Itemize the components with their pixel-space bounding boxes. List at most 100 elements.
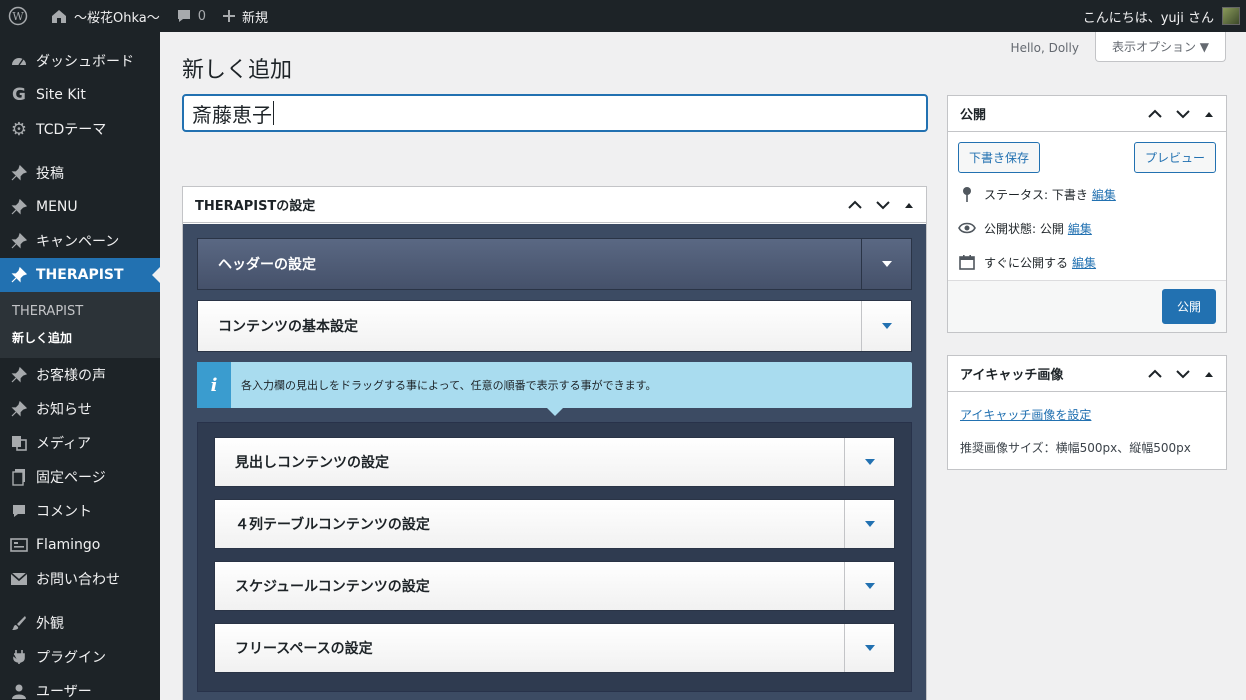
move-up-icon[interactable] [1148, 369, 1162, 379]
plus-icon [222, 9, 236, 23]
collapse-toggle-icon[interactable] [904, 201, 914, 209]
sidebar-item-tcd-theme[interactable]: ⚙ TCDテーマ [0, 112, 160, 146]
therapist-box-body: ヘッダーの設定 コンテンツの基本設定 i 各入力欄の見出しをドラッグする事によっ… [183, 224, 926, 700]
pin-icon [9, 163, 29, 183]
sidebar-item-media[interactable]: メディア [0, 426, 160, 460]
page-title: 新しく追加 [182, 58, 293, 83]
site-name: 〜桜花Ohka〜 [74, 10, 160, 26]
sidebar-item-therapist[interactable]: THERAPIST [0, 258, 160, 292]
caret-down-icon[interactable] [844, 562, 894, 610]
edit-status-link[interactable]: 編集 [1092, 186, 1116, 203]
main-content: Hello, Dolly 表示オプション ▼ 新しく追加 斎藤恵子 THERAP… [160, 32, 1246, 700]
sidebar-item-dashboard[interactable]: ダッシュボード [0, 44, 160, 78]
status-label: ステータス: 下書き [984, 187, 1088, 202]
move-down-icon[interactable] [1176, 369, 1190, 379]
accordion-header-settings[interactable]: ヘッダーの設定 [197, 238, 912, 290]
sidebar-item-contact[interactable]: お問い合わせ [0, 562, 160, 596]
collapse-toggle-icon[interactable] [1204, 110, 1214, 118]
google-icon: G [12, 85, 26, 105]
sidebar-item-site-kit[interactable]: G Site Kit [0, 78, 160, 112]
publish-box: 公開 下書き保存 プレビュー ステータス: 下書き 編集 公開状態: 公開 編集… [947, 95, 1227, 333]
sidebar-item-appearance[interactable]: 外観 [0, 606, 160, 640]
sidebar-item-plugins[interactable]: プラグイン [0, 640, 160, 674]
comment-icon [176, 8, 192, 24]
submenu-therapist-all[interactable]: THERAPIST [0, 298, 160, 325]
sidebar-item-posts[interactable]: 投稿 [0, 156, 160, 190]
site-name-link[interactable]: 〜桜花Ohka〜 [42, 0, 168, 32]
publish-box-title: 公開 [960, 108, 987, 123]
featured-box-title: アイキャッチ画像 [960, 368, 1064, 383]
publish-actions: 公開 [948, 280, 1226, 332]
wordpress-logo[interactable]: W [0, 0, 42, 32]
move-down-icon[interactable] [1176, 109, 1190, 119]
pin-icon [9, 365, 29, 385]
user-icon [9, 681, 29, 700]
therapist-box-title: THERAPISTの設定 [195, 199, 316, 214]
accordion-four-column-table[interactable]: ４列テーブルコンテンツの設定 [214, 499, 895, 549]
admin-bar: W 〜桜花Ohka〜 0 新規 こんにちは、yuji さん [0, 0, 1246, 32]
sidebar-item-campaign[interactable]: キャンペーン [0, 224, 160, 258]
caret-down-icon[interactable] [844, 438, 894, 486]
info-text: 各入力欄の見出しをドラッグする事によって、任意の順番で表示する事ができます。 [241, 379, 657, 392]
pin-status-icon [958, 186, 976, 202]
caret-down-icon[interactable] [861, 239, 911, 289]
featured-image-box: アイキャッチ画像 アイキャッチ画像を設定 推奨画像サイズ：横幅500px、縦幅5… [947, 355, 1227, 470]
edit-visibility-link[interactable]: 編集 [1068, 220, 1092, 237]
home-icon [50, 7, 68, 25]
page-icon [9, 467, 29, 487]
visibility-row: 公開状態: 公開 編集 [948, 211, 1226, 245]
schedule-row: すぐに公開する 編集 [948, 245, 1226, 279]
move-up-icon[interactable] [848, 200, 862, 210]
calendar-icon [958, 254, 976, 270]
set-featured-image-link[interactable]: アイキャッチ画像を設定 [948, 392, 1226, 431]
therapist-submenu: THERAPIST 新しく追加 [0, 292, 160, 358]
sidebar-item-voice[interactable]: お客様の声 [0, 358, 160, 392]
collapse-toggle-icon[interactable] [1204, 370, 1214, 378]
sidebar-item-news[interactable]: お知らせ [0, 392, 160, 426]
caret-down-icon[interactable] [844, 500, 894, 548]
therapist-box-header: THERAPISTの設定 [183, 187, 926, 223]
sidebar-item-flamingo[interactable]: Flamingo [0, 528, 160, 562]
my-account[interactable]: こんにちは、yuji さん [1083, 7, 1246, 26]
accordion-schedule-content[interactable]: スケジュールコンテンツの設定 [214, 561, 895, 611]
status-row: ステータス: 下書き 編集 [948, 177, 1226, 211]
admin-sidebar: ダッシュボード G Site Kit ⚙ TCDテーマ 投稿 MENU キャンペ… [0, 32, 160, 700]
pin-icon [9, 265, 29, 285]
submenu-add-new[interactable]: 新しく追加 [0, 325, 160, 350]
screen-meta: Hello, Dolly 表示オプション ▼ [1011, 32, 1226, 62]
sidebar-item-users[interactable]: ユーザー [0, 674, 160, 700]
recommended-size-note: 推奨画像サイズ：横幅500px、縦幅500px [960, 441, 1191, 455]
caret-down-icon[interactable] [844, 624, 894, 672]
post-title-value: 斎藤恵子 [192, 102, 272, 127]
media-icon [9, 433, 29, 453]
caret-down-icon[interactable] [861, 301, 911, 351]
accordion-content-basic-settings[interactable]: コンテンツの基本設定 [197, 300, 912, 352]
move-down-icon[interactable] [876, 200, 890, 210]
comments-link[interactable]: 0 [168, 0, 214, 32]
sidebar-item-menu[interactable]: MENU [0, 190, 160, 224]
sidebar-item-pages[interactable]: 固定ページ [0, 460, 160, 494]
text-cursor [273, 101, 274, 125]
mail-icon [9, 569, 29, 589]
post-title-input[interactable]: 斎藤恵子 [182, 94, 928, 132]
edit-schedule-link[interactable]: 編集 [1072, 254, 1096, 271]
greeting: こんにちは、yuji さん [1082, 10, 1214, 26]
accordion-free-space[interactable]: フリースペースの設定 [214, 623, 895, 673]
preview-button[interactable]: プレビュー [1133, 142, 1216, 173]
featured-box-header: アイキャッチ画像 [948, 356, 1226, 392]
plugin-icon [9, 647, 29, 667]
accordion-heading-content[interactable]: 見出しコンテンツの設定 [214, 437, 895, 487]
sidebar-item-comments[interactable]: コメント [0, 494, 160, 528]
schedule-label: すぐに公開する [984, 255, 1069, 270]
info-icon: i [197, 362, 231, 408]
avatar [1222, 7, 1240, 25]
wordpress-icon: W [8, 6, 28, 26]
therapist-settings-box: THERAPISTの設定 ヘッダーの設定 コンテンツの基本設定 i 各入力欄の見… [182, 186, 927, 700]
publish-button[interactable]: 公開 [1161, 289, 1216, 324]
new-content-link[interactable]: 新規 [214, 0, 276, 32]
save-draft-button[interactable]: 下書き保存 [958, 142, 1041, 173]
hello-dolly-text: Hello, Dolly [1010, 41, 1079, 55]
pin-icon [9, 399, 29, 419]
screen-options-button[interactable]: 表示オプション ▼ [1094, 32, 1226, 62]
move-up-icon[interactable] [1148, 109, 1162, 119]
